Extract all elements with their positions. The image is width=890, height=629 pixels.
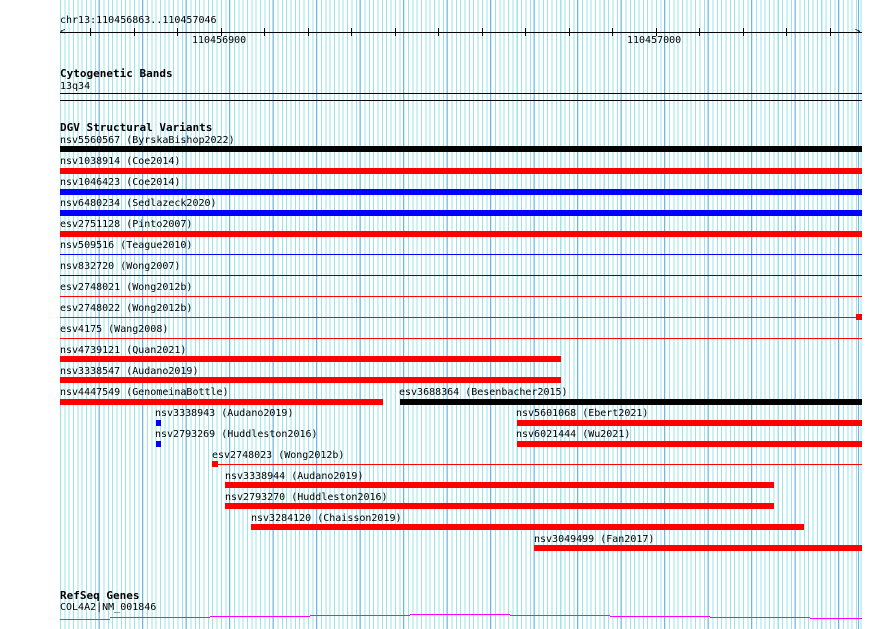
- ruler-tick: [786, 28, 787, 36]
- ruler-tick: [612, 28, 613, 36]
- scroll-left-arrow-icon[interactable]: <: [60, 27, 65, 38]
- feature-bar[interactable]: [156, 441, 161, 447]
- cytoband-line: [60, 93, 862, 94]
- feature-line[interactable]: [60, 317, 862, 318]
- feature-label: nsv2793269 (Huddleston2016): [155, 429, 318, 440]
- feature-bar[interactable]: [517, 420, 862, 426]
- ruler-tick: [699, 28, 700, 36]
- ruler-tick: [177, 28, 178, 36]
- feature-line[interactable]: [60, 275, 862, 276]
- feature-label: esv4175 (Wang2008): [60, 324, 169, 335]
- feature-line[interactable]: [60, 254, 862, 255]
- feature-bar[interactable]: [60, 356, 561, 362]
- feature-label: nsv6480234 (Sedlazeck2020): [60, 198, 217, 209]
- feature-line[interactable]: [60, 338, 862, 339]
- feature-bar[interactable]: [60, 168, 862, 174]
- cytoband-label: 13q34: [60, 81, 91, 92]
- feature-label: esv2748022 (Wong2012b): [60, 303, 193, 314]
- feature-bar[interactable]: [60, 146, 862, 152]
- ruler-tick-label: 110457000: [627, 35, 682, 46]
- dgv-track-title[interactable]: DGV Structural Variants: [60, 122, 212, 133]
- feature-label: esv2751128 (Pinto2007): [60, 219, 193, 230]
- ruler-tick: [133, 28, 135, 36]
- feature-label: nsv832720 (Wong2007): [60, 261, 181, 272]
- feature-bar[interactable]: [517, 441, 862, 447]
- feature-label: nsv3338944 (Audano2019): [225, 471, 364, 482]
- feature-bar[interactable]: [225, 482, 774, 488]
- location-label: chr13:110456863..110457046: [60, 15, 217, 26]
- base-grid: [60, 0, 863, 629]
- gene-segment[interactable]: [60, 619, 110, 620]
- ruler-tick: [568, 28, 570, 36]
- feature-bar[interactable]: [60, 231, 862, 237]
- feature-label: nsv4447549 (GenomeinaBottle): [60, 387, 229, 398]
- gene-segment[interactable]: [710, 617, 810, 618]
- gene-segment[interactable]: [110, 617, 210, 618]
- track-divider: [60, 100, 862, 101]
- feature-label: nsv4739121 (Quan2021): [60, 345, 187, 356]
- cytogenetic-track-title[interactable]: Cytogenetic Bands: [60, 68, 173, 79]
- scroll-right-arrow-icon[interactable]: >: [855, 27, 860, 38]
- ruler-tick: [829, 28, 831, 36]
- feature-label: nsv1046423 (Coe2014): [60, 177, 181, 188]
- gene-segment[interactable]: [410, 614, 510, 615]
- feature-label: nsv3338943 (Audano2019): [155, 408, 294, 419]
- feature-block[interactable]: [856, 314, 862, 320]
- feature-bar[interactable]: [60, 399, 383, 405]
- ruler-tick: [481, 28, 483, 36]
- gene-segment[interactable]: [210, 616, 310, 617]
- ruler-tick: [351, 28, 352, 36]
- feature-line[interactable]: [218, 464, 862, 465]
- ruler-tick: [438, 28, 439, 36]
- ruler-tick: [394, 28, 396, 36]
- ruler-tick: [90, 28, 91, 36]
- ruler-tick: [742, 28, 744, 36]
- ruler-tick-label: 110456900: [192, 35, 247, 46]
- feature-label: esv3688364 (Besenbacher2015): [399, 387, 568, 398]
- refseq-track-title[interactable]: RefSeq Genes: [60, 590, 139, 601]
- ruler-tick: [525, 28, 526, 36]
- gene-segment[interactable]: [310, 615, 410, 616]
- gene-segment[interactable]: [610, 616, 710, 617]
- feature-label: nsv6021444 (Wu2021): [516, 429, 631, 440]
- feature-label: esv2748023 (Wong2012b): [212, 450, 345, 461]
- feature-bar[interactable]: [60, 377, 561, 383]
- gene-segment[interactable]: [510, 615, 610, 616]
- feature-label: nsv3338547 (Audano2019): [60, 366, 199, 377]
- feature-bar[interactable]: [400, 399, 862, 405]
- feature-label: nsv509516 (Teague2010): [60, 240, 193, 251]
- ruler-tick: [264, 28, 265, 36]
- feature-label: nsv5560567 (ByrskaBishop2022): [60, 135, 235, 146]
- gene-label[interactable]: COL4A2|NM_001846: [60, 602, 156, 613]
- feature-bar[interactable]: [251, 524, 804, 530]
- feature-line[interactable]: [60, 296, 862, 297]
- feature-label: nsv2793270 (Huddleston2016): [225, 492, 388, 503]
- feature-bar[interactable]: [156, 420, 161, 426]
- feature-label: nsv3284120 (Chaisson2019): [251, 513, 402, 524]
- feature-bar[interactable]: [534, 545, 862, 551]
- feature-bar[interactable]: [60, 189, 862, 195]
- feature-label: nsv3049499 (Fan2017): [534, 534, 655, 545]
- feature-label: nsv1038914 (Coe2014): [60, 156, 181, 167]
- feature-bar[interactable]: [60, 210, 862, 216]
- feature-label: nsv5601068 (Ebert2021): [516, 408, 649, 419]
- feature-label: esv2748021 (Wong2012b): [60, 282, 193, 293]
- feature-bar[interactable]: [225, 503, 774, 509]
- gene-segment[interactable]: [810, 618, 862, 619]
- ruler-tick: [307, 28, 309, 36]
